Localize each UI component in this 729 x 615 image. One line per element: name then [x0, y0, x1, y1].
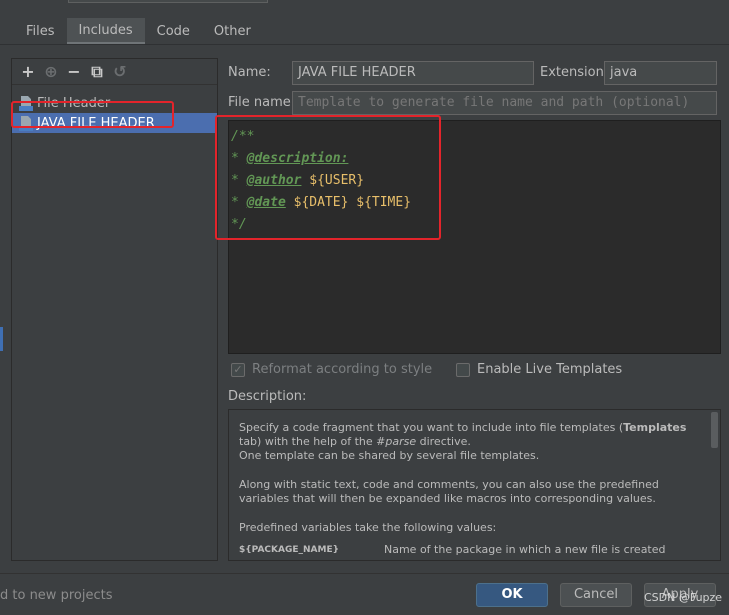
template-list-panel: + ⊕ − ⧉ ↺ File Header JAVA FILE HEADER [11, 58, 218, 561]
variable-name: ${PACKAGE_NAME} [239, 545, 339, 555]
description-panel: Specify a code fragment that you want to… [228, 409, 721, 561]
footer-divider [0, 573, 729, 574]
extension-label: Extension: [540, 65, 609, 80]
name-label: Name: [228, 65, 271, 80]
code-line: * @description: [231, 148, 720, 170]
name-field[interactable]: JAVA FILE HEADER [292, 61, 534, 85]
left-accent [0, 327, 3, 351]
description-paragraph: Predefined variables take the following … [239, 521, 497, 534]
ok-button[interactable]: OK [476, 583, 548, 607]
reset-icon[interactable]: ↺ [110, 62, 130, 82]
template-item-java-file-header[interactable]: JAVA FILE HEADER [12, 113, 217, 133]
variable-row: ${PACKAGE_NAME} Name of the package in w… [239, 543, 690, 557]
javadoc-tag: @description: [246, 151, 349, 166]
template-code-editor[interactable]: /** * @description: * @author ${USER} * … [228, 120, 721, 354]
add-child-icon[interactable]: ⊕ [41, 62, 61, 82]
comment-star: * [231, 195, 247, 210]
filename-input[interactable]: Template to generate file name and path … [292, 91, 717, 115]
javadoc-tag: @author [246, 173, 302, 188]
live-templates-option[interactable]: Enable Live Templates [456, 362, 622, 377]
watermark: CSDN @Fupze [644, 591, 723, 604]
description-scrollbar[interactable] [711, 412, 718, 448]
desc-text: tab) with the help of the [239, 435, 377, 448]
javadoc-tag: @date [246, 195, 286, 210]
template-variable: ${TIME} [348, 195, 412, 210]
desc-text-italic: #parse [376, 435, 417, 448]
live-templates-checkbox[interactable] [456, 362, 470, 377]
comment-close: */ [231, 217, 247, 232]
comment-star: * [231, 151, 247, 166]
top-strip [0, 0, 729, 6]
desc-text: Specify a code fragment that you want to… [239, 421, 624, 434]
comment-star: * [231, 173, 247, 188]
variable-description: Name of the package in which a new file … [384, 543, 666, 556]
reformat-label: Reformat according to style [252, 362, 433, 377]
template-tabs: Files Includes Code Other [14, 18, 263, 45]
remove-icon[interactable]: − [64, 62, 84, 82]
template-variable: ${USER} [301, 173, 365, 188]
cancel-button[interactable]: Cancel [560, 583, 632, 607]
desc-text: directive. [416, 435, 471, 448]
comment-open: /** [231, 129, 255, 144]
java-file-icon [19, 95, 33, 111]
template-toolbar: + ⊕ − ⧉ ↺ [12, 59, 217, 85]
add-icon[interactable]: + [18, 62, 38, 82]
desc-text-bold: Templates [623, 421, 687, 434]
template-item-label: File Header [37, 95, 111, 111]
code-line: * @author ${USER} [231, 170, 720, 192]
tab-code[interactable]: Code [145, 18, 202, 45]
description-paragraph: Along with static text, code and comment… [239, 478, 659, 505]
filename-label: File name: [228, 95, 296, 110]
code-line: * @date ${DATE} ${TIME} [231, 192, 720, 214]
live-templates-label: Enable Live Templates [477, 362, 623, 377]
copy-icon[interactable]: ⧉ [87, 62, 107, 82]
reformat-option[interactable]: ✓ Reformat according to style [231, 362, 432, 377]
description-paragraph: Specify a code fragment that you want to… [239, 421, 690, 463]
footer-left-text: d to new projects [0, 588, 113, 603]
reformat-checkbox[interactable]: ✓ [231, 362, 245, 377]
tabs-divider [0, 44, 729, 45]
extension-field[interactable]: java [604, 61, 717, 85]
code-line: /** [231, 126, 720, 148]
description-label: Description: [228, 389, 307, 404]
tab-includes[interactable]: Includes [66, 18, 145, 45]
top-field-fragment [68, 0, 268, 3]
template-item-label: JAVA FILE HEADER [37, 115, 155, 131]
template-variable: ${DATE} [285, 195, 349, 210]
java-file-icon [19, 115, 33, 131]
tab-other[interactable]: Other [202, 18, 263, 45]
template-item-file-header[interactable]: File Header [12, 93, 217, 113]
desc-text: One template can be shared by several fi… [239, 449, 540, 462]
tab-files[interactable]: Files [14, 18, 67, 45]
code-line: */ [231, 214, 720, 236]
